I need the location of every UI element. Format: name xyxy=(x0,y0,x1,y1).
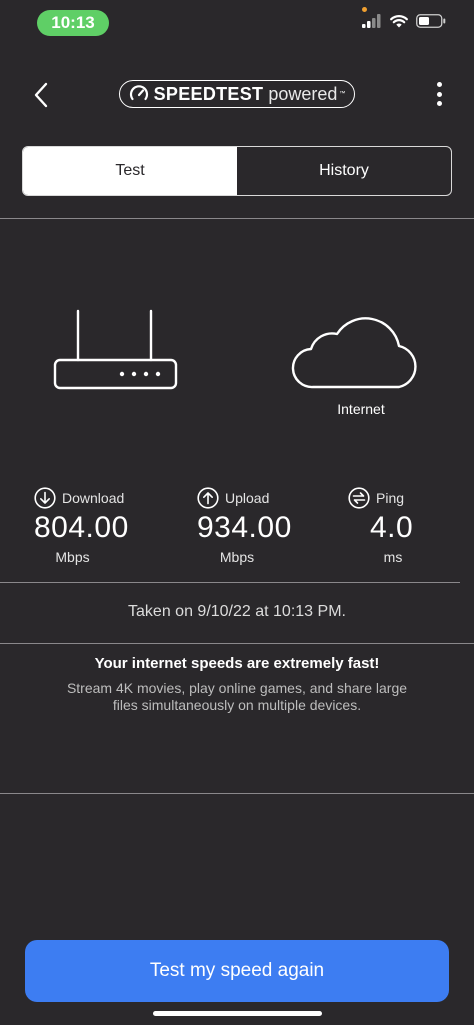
brand-trademark: ™ xyxy=(339,91,346,97)
upload-label: Upload xyxy=(225,490,270,506)
result-description: Stream 4K movies, play online games, and… xyxy=(66,680,408,713)
brand-name: SPEEDTEST xyxy=(153,83,264,104)
download-metric: Download 804.00 Mbps xyxy=(34,487,134,565)
upload-metric: Upload 934.00 Mbps xyxy=(197,487,302,565)
chevron-left-icon xyxy=(34,82,48,108)
ping-unit: ms xyxy=(383,549,403,565)
result-headline: Your internet speeds are extremely fast! xyxy=(94,655,380,672)
more-vertical-icon-dot xyxy=(436,91,442,97)
download-arrow-icon xyxy=(34,487,56,509)
cellular-signal-icon xyxy=(362,14,381,28)
download-unit: Mbps xyxy=(55,549,90,565)
speedtest-screen: 10:13 SPEEDTEST powered ™ Test History I… xyxy=(0,0,474,1025)
metric-header: Upload xyxy=(197,487,302,509)
ping-value: 4.0 xyxy=(370,511,414,544)
status-icons xyxy=(362,14,446,28)
tab-history[interactable]: History xyxy=(237,147,451,195)
segmented-tabs: Test History xyxy=(22,146,452,196)
cloud-icon xyxy=(291,308,423,395)
ping-metric: Ping 4.0 ms xyxy=(348,487,428,565)
home-indicator[interactable] xyxy=(153,1011,322,1016)
router-icon xyxy=(52,308,180,397)
divider xyxy=(0,643,474,644)
upload-arrow-icon xyxy=(197,487,219,509)
more-vertical-icon-dot xyxy=(436,82,442,87)
wifi-icon xyxy=(390,15,408,28)
test-again-button[interactable]: Test my speed again xyxy=(25,940,449,1002)
divider xyxy=(0,793,474,794)
ping-label: Ping xyxy=(376,490,405,506)
divider xyxy=(0,582,460,583)
tab-test[interactable]: Test xyxy=(23,147,237,195)
more-options-button[interactable] xyxy=(434,82,444,106)
download-value: 804.00 xyxy=(34,511,129,544)
battery-icon xyxy=(416,14,446,28)
ping-icon xyxy=(348,487,370,509)
speedtest-logo: SPEEDTEST powered ™ xyxy=(119,80,355,108)
download-label: Download xyxy=(62,490,125,506)
upload-value: 934.00 xyxy=(197,511,292,544)
status-time: 10:13 xyxy=(37,10,109,36)
upload-unit: Mbps xyxy=(219,549,255,565)
more-vertical-icon-dot xyxy=(436,101,442,106)
taken-timestamp: Taken on 9/10/22 at 10:13 PM. xyxy=(128,603,346,620)
metric-header: Ping xyxy=(348,487,428,509)
metric-header: Download xyxy=(34,487,134,509)
internet-label: Internet xyxy=(337,401,385,417)
brand-suffix: powered xyxy=(268,83,338,104)
divider xyxy=(0,218,474,219)
speedometer-icon xyxy=(129,85,148,101)
back-button[interactable] xyxy=(28,80,54,110)
privacy-indicator-icon xyxy=(362,7,367,12)
